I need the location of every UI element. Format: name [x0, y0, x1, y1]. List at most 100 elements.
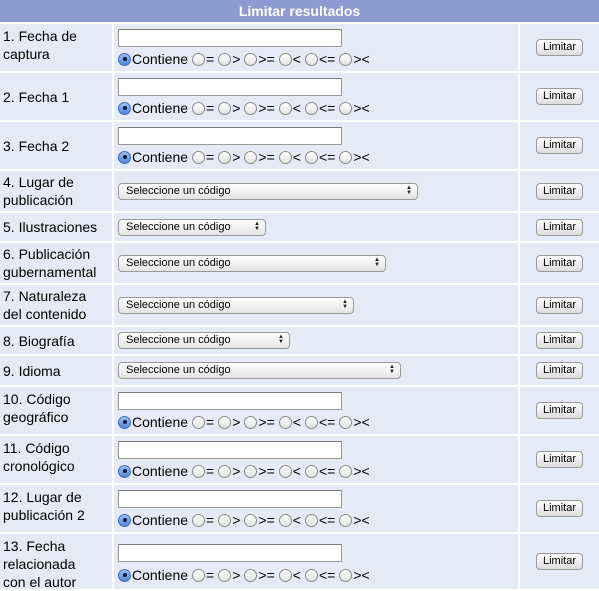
code-select[interactable]: Seleccione un código ▲ ▼: [118, 219, 266, 236]
operator-radio-contains[interactable]: [118, 52, 131, 66]
filter-text-input[interactable]: [118, 490, 342, 508]
operator-radio-ne[interactable]: [339, 464, 353, 478]
limit-button[interactable]: Limitar: [535, 553, 583, 570]
operator-radio-ge[interactable]: [244, 52, 258, 66]
limit-cell: Limitar: [520, 171, 599, 211]
operator-radio-lt[interactable]: [278, 415, 292, 429]
operator-radio-lt[interactable]: [278, 464, 292, 478]
operator-radio-contains[interactable]: [118, 150, 131, 164]
operator-radio-ne[interactable]: [339, 568, 353, 582]
operator-radio-ne[interactable]: [339, 513, 353, 527]
code-select[interactable]: Seleccione un código ▲ ▼: [118, 332, 290, 349]
limit-button[interactable]: Limitar: [535, 39, 583, 56]
operator-radio-lt[interactable]: [278, 568, 292, 582]
operator-radio-ge[interactable]: [244, 150, 258, 164]
filter-field: Seleccione un código ▲ ▼: [114, 213, 518, 241]
limit-button[interactable]: Limitar: [535, 451, 583, 468]
code-select[interactable]: Seleccione un código ▲ ▼: [118, 183, 418, 200]
operator-radio-eq[interactable]: [192, 101, 206, 115]
operator-radio-eq[interactable]: [192, 52, 206, 66]
operator-radio-ge[interactable]: [244, 101, 258, 115]
operator-radio-le[interactable]: [304, 101, 318, 115]
filter-field: Contiene = > >= < <= ><: [114, 534, 518, 589]
operator-radio-contains[interactable]: [118, 101, 131, 115]
limit-button[interactable]: Limitar: [535, 500, 583, 517]
filter-row-1: 1. Fecha de captura Contiene = > >= < <= >< Limit…: [0, 24, 599, 71]
operator-radio-gt[interactable]: [218, 52, 232, 66]
operator-radio-lt[interactable]: [278, 101, 292, 115]
operator-radio-gt[interactable]: [218, 150, 232, 164]
operator-group: Contiene = > >= < <= ><: [118, 566, 374, 584]
filter-field: Seleccione un código ▲ ▼: [114, 171, 518, 211]
operator-radio-le[interactable]: [304, 513, 318, 527]
operator-radio-ge[interactable]: [244, 415, 258, 429]
select-arrows-icon: ▲ ▼: [374, 257, 380, 268]
operator-radio-gt[interactable]: [218, 513, 232, 527]
operator-radio-lt[interactable]: [278, 513, 292, 527]
filter-row-12: 12. Lugar de publicación 2 Contiene = > >= < <=…: [0, 485, 599, 532]
filter-text-input[interactable]: [118, 29, 342, 47]
operator-radio-ne[interactable]: [339, 52, 353, 66]
filter-text-input[interactable]: [118, 392, 342, 410]
limit-button[interactable]: Limitar: [535, 296, 583, 314]
limit-cell: Limitar: [520, 327, 599, 354]
limit-cell: Limitar: [520, 485, 599, 532]
operator-radio-le[interactable]: [304, 52, 318, 66]
operator-radio-contains[interactable]: [118, 568, 131, 582]
filter-row-6: 6. Publicación gubernamental Seleccione un…: [0, 243, 599, 283]
operator-radio-gt[interactable]: [218, 464, 232, 478]
operator-radio-contains[interactable]: [118, 513, 131, 527]
filter-label: 9. Idioma: [0, 356, 112, 385]
operator-radio-le[interactable]: [304, 415, 318, 429]
code-select[interactable]: Seleccione un código ▲ ▼: [118, 362, 401, 379]
operator-radio-gt[interactable]: [218, 568, 232, 582]
limit-button[interactable]: Limitar: [535, 402, 583, 419]
filter-row-10: 10. Código geográfico Contiene = > >= < <= >< Lim…: [0, 387, 599, 434]
code-select[interactable]: Seleccione un código ▲ ▼: [118, 297, 354, 314]
operator-radio-le[interactable]: [304, 464, 318, 478]
filter-text-input[interactable]: [118, 544, 342, 562]
limit-button[interactable]: Limitar: [535, 137, 583, 154]
operator-radio-lt[interactable]: [278, 52, 292, 66]
code-select[interactable]: Seleccione un código ▲ ▼: [118, 255, 386, 272]
limit-button[interactable]: Limitar: [535, 182, 583, 200]
filter-row-11: 11. Código cronológico Contiene = > >= < <= >< Li…: [0, 436, 599, 483]
filter-label: 2. Fecha 1: [0, 73, 112, 120]
operator-radio-ge[interactable]: [244, 464, 258, 478]
filter-label: 8. Biografía: [0, 327, 112, 354]
filter-field: Contiene = > >= < <= ><: [114, 387, 518, 434]
operator-radio-lt[interactable]: [278, 150, 292, 164]
filter-field: Contiene = > >= < <= ><: [114, 485, 518, 532]
limit-button[interactable]: Limitar: [535, 332, 583, 349]
select-arrows-icon: ▲ ▼: [254, 221, 260, 232]
operator-radio-eq[interactable]: [192, 150, 206, 164]
operator-radio-contains[interactable]: [118, 415, 131, 429]
filter-text-input[interactable]: [118, 127, 342, 145]
operator-radio-le[interactable]: [304, 568, 318, 582]
filter-field: Contiene = > >= < <= ><: [114, 122, 518, 169]
operator-radio-ge[interactable]: [244, 513, 258, 527]
operator-radio-ge[interactable]: [244, 568, 258, 582]
operator-radio-eq[interactable]: [192, 568, 206, 582]
operator-radio-eq[interactable]: [192, 464, 206, 478]
operator-radio-gt[interactable]: [218, 101, 232, 115]
operator-radio-contains[interactable]: [118, 464, 131, 478]
filter-text-input[interactable]: [118, 78, 342, 96]
operator-radio-le[interactable]: [304, 150, 318, 164]
operator-radio-gt[interactable]: [218, 415, 232, 429]
operator-radio-ne[interactable]: [339, 415, 353, 429]
operator-radio-ne[interactable]: [339, 101, 353, 115]
operator-group: Contiene = > >= < <= ><: [118, 148, 374, 166]
filter-label: 10. Código geográfico: [0, 387, 112, 434]
limit-button[interactable]: Limitar: [535, 218, 583, 236]
limit-results-panel: Limitar resultados 1. Fecha de captura Con…: [0, 0, 599, 590]
limit-button[interactable]: Limitar: [535, 254, 583, 272]
operator-radio-eq[interactable]: [192, 415, 206, 429]
filter-text-input[interactable]: [118, 441, 342, 459]
operator-radio-ne[interactable]: [339, 150, 353, 164]
limit-cell: Limitar: [520, 356, 599, 385]
operator-radio-eq[interactable]: [192, 513, 206, 527]
limit-button[interactable]: Limitar: [535, 362, 583, 379]
limit-button[interactable]: Limitar: [535, 88, 583, 105]
operator-group: Contiene = > >= < <= ><: [118, 99, 374, 117]
